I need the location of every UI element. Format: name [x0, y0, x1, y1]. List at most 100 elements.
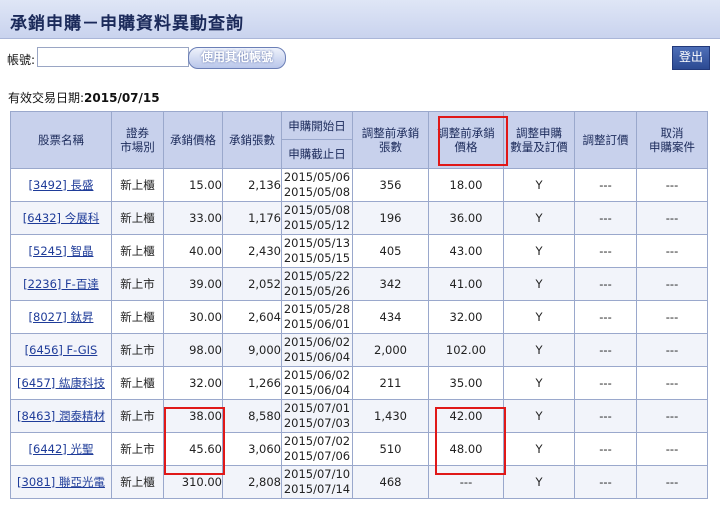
cell-market: 新上市 — [111, 333, 164, 367]
stock-link[interactable]: [6432] 今展科 — [23, 211, 99, 225]
cell-cancel: --- — [636, 333, 708, 367]
stock-link[interactable]: [6456] F-GIS — [25, 343, 98, 357]
cell-adjust-price: --- — [574, 333, 637, 367]
stock-link[interactable]: [6442] 光聖 — [29, 442, 94, 456]
cell-end-date: 2015/05/08 — [283, 185, 351, 199]
table-row: [6456] F-GIS 新上市 98.00 9,000 2015/06/02 2015/… — [10, 333, 708, 367]
use-other-account-button[interactable]: 使用其他帳號 — [188, 47, 286, 69]
subscription-table: 股票名稱 證券 市場別 承銷價格 承銷張數 申購開始日 調整前承銷 張數 調整前承銷… — [10, 111, 708, 499]
cell-start-date: 2015/07/01 — [283, 401, 351, 415]
effective-date-label: 有效交易日期: — [8, 91, 85, 105]
cell-shares: 3,060 — [222, 432, 282, 466]
cell-name: [6432] 今展科 — [10, 201, 112, 235]
cell-dates: 2015/05/13 2015/05/15 — [281, 234, 353, 268]
cell-name: [5245] 智晶 — [10, 234, 112, 268]
cell-dates: 2015/05/22 2015/05/26 — [281, 267, 353, 301]
cell-end-date: 2015/07/14 — [283, 482, 351, 496]
title-bar: 承銷申購－申購資料異動查詢 — [0, 0, 720, 39]
cell-name: [8027] 鈦昇 — [10, 300, 112, 334]
cell-name: [3492] 長盛 — [10, 168, 112, 202]
cell-adjust-price: --- — [574, 465, 637, 499]
cell-pre-shares: 405 — [352, 234, 429, 268]
cell-name: [8463] 潤泰精材 — [10, 399, 112, 433]
cell-pre-shares: 468 — [352, 465, 429, 499]
cell-shares: 2,808 — [222, 465, 282, 499]
header-market: 證券 市場別 — [111, 111, 164, 169]
cell-dates: 2015/05/08 2015/05/12 — [281, 201, 353, 235]
table-row: [6432] 今展科 新上櫃 33.00 1,176 2015/05/08 2015/05… — [10, 201, 708, 235]
cell-shares: 2,604 — [222, 300, 282, 334]
cell-end-date: 2015/06/04 — [283, 383, 351, 397]
cell-adjust: Y — [503, 333, 575, 367]
cell-shares: 2,052 — [222, 267, 282, 301]
stock-link[interactable]: [6457] 紘康科技 — [17, 376, 105, 390]
cell-market: 新上櫃 — [111, 366, 164, 400]
stock-link[interactable]: [2236] F-百達 — [23, 277, 99, 291]
cell-start-date: 2015/07/10 — [283, 467, 351, 481]
cell-pre-shares: 211 — [352, 366, 429, 400]
header-name: 股票名稱 — [10, 111, 112, 169]
effective-date: 有效交易日期:2015/07/15 — [8, 89, 160, 106]
cell-start-date: 2015/05/06 — [283, 170, 351, 184]
cell-adjust-price: --- — [574, 168, 637, 202]
cell-adjust-price: --- — [574, 300, 637, 334]
cell-price: 39.00 — [163, 267, 223, 301]
cell-cancel: --- — [636, 366, 708, 400]
cell-end-date: 2015/05/26 — [283, 284, 351, 298]
stock-link[interactable]: [8463] 潤泰精材 — [17, 409, 105, 423]
header-start-date: 申購開始日 — [281, 111, 353, 140]
cell-cancel: --- — [636, 201, 708, 235]
cell-start-date: 2015/05/13 — [283, 236, 351, 250]
cell-pre-shares: 2,000 — [352, 333, 429, 367]
stock-link[interactable]: [3081] 聯亞光電 — [17, 475, 105, 489]
cell-market: 新上櫃 — [111, 234, 164, 268]
cell-cancel: --- — [636, 168, 708, 202]
cell-cancel: --- — [636, 267, 708, 301]
cell-cancel: --- — [636, 399, 708, 433]
highlight-pre-price-header — [438, 116, 508, 166]
cell-shares: 9,000 — [222, 333, 282, 367]
cell-dates: 2015/07/10 2015/07/14 — [281, 465, 353, 499]
stock-link[interactable]: [8027] 鈦昇 — [29, 310, 94, 324]
account-label: 帳號: — [7, 53, 36, 67]
cell-pre-price: 102.00 — [428, 333, 504, 367]
table-body: [3492] 長盛 新上櫃 15.00 2,136 2015/05/06 2015/05/… — [10, 168, 708, 499]
cell-market: 新上櫃 — [111, 300, 164, 334]
cell-cancel: --- — [636, 432, 708, 466]
cell-adjust: Y — [503, 267, 575, 301]
header-adjust: 調整申購 數量及訂價 — [503, 111, 575, 169]
cell-end-date: 2015/06/04 — [283, 350, 351, 364]
cell-cancel: --- — [636, 234, 708, 268]
cell-start-date: 2015/06/02 — [283, 368, 351, 382]
cell-dates: 2015/05/28 2015/06/01 — [281, 300, 353, 334]
cell-shares: 1,176 — [222, 201, 282, 235]
cell-pre-price: 36.00 — [428, 201, 504, 235]
cell-price: 33.00 — [163, 201, 223, 235]
cell-shares: 8,580 — [222, 399, 282, 433]
logout-button[interactable]: 登出 — [672, 46, 710, 70]
cell-shares: 1,266 — [222, 366, 282, 400]
cell-pre-shares: 434 — [352, 300, 429, 334]
stock-link[interactable]: [5245] 智晶 — [29, 244, 94, 258]
cell-shares: 2,136 — [222, 168, 282, 202]
cell-end-date: 2015/07/06 — [283, 449, 351, 463]
cell-pre-shares: 510 — [352, 432, 429, 466]
table-row: [3081] 聯亞光電 新上櫃 310.00 2,808 2015/07/10 2015/… — [10, 465, 708, 499]
account-input[interactable] — [37, 47, 189, 67]
cell-name: [6456] F-GIS — [10, 333, 112, 367]
table-row: [8027] 鈦昇 新上櫃 30.00 2,604 2015/05/28 2015/06/… — [10, 300, 708, 334]
page-title: 承銷申購－申購資料異動查詢 — [10, 14, 244, 34]
table-row: [6457] 紘康科技 新上櫃 32.00 1,266 2015/06/02 2015/0… — [10, 366, 708, 400]
cell-dates: 2015/06/02 2015/06/04 — [281, 366, 353, 400]
cell-pre-shares: 356 — [352, 168, 429, 202]
cell-price: 15.00 — [163, 168, 223, 202]
cell-start-date: 2015/05/08 — [283, 203, 351, 217]
stock-link[interactable]: [3492] 長盛 — [29, 178, 94, 192]
cell-end-date: 2015/06/01 — [283, 317, 351, 331]
account-row: 帳號: 使用其他帳號 登出 — [0, 46, 720, 70]
cell-adjust: Y — [503, 300, 575, 334]
cell-dates: 2015/05/06 2015/05/08 — [281, 168, 353, 202]
cell-market: 新上櫃 — [111, 168, 164, 202]
table-row: [8463] 潤泰精材 新上市 38.00 8,580 2015/07/01 2015/0… — [10, 399, 708, 433]
cell-pre-price: 43.00 — [428, 234, 504, 268]
